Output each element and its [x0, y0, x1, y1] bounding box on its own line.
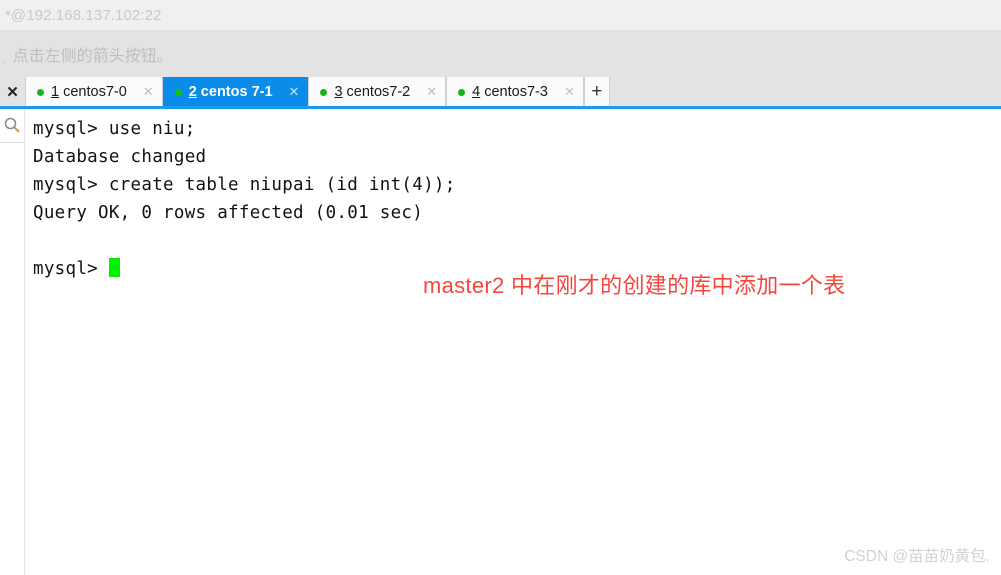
tab-title: centos7-2 [342, 84, 411, 100]
close-tab-icon[interactable]: ✕ [564, 84, 575, 100]
red-annotation-text: master2 中在刚才的创建的库中添加一个表 [423, 273, 846, 298]
connection-status-dot-icon [174, 88, 182, 96]
tab-title: centos7-3 [480, 84, 548, 100]
connection-status-dot-icon [320, 88, 328, 96]
close-tab-icon[interactable]: ✕ [426, 84, 437, 100]
hint-message: 点击左侧的箭头按钮。 [12, 47, 173, 65]
terminal-prompt: mysql> [33, 259, 109, 279]
tab-title: centos 7-1 [196, 84, 273, 100]
tab-index: 1 [51, 84, 60, 100]
new-tab-button[interactable]: + [583, 77, 610, 107]
tab-index: 2 [188, 84, 197, 100]
tab-index: 4 [472, 84, 481, 100]
tab-centos7-0[interactable]: 1 centos7-0 ✕ [25, 77, 163, 107]
tab-label: 4 centos7-3 [472, 84, 548, 100]
tab-strip-filler [609, 77, 1001, 107]
search-icon[interactable] [3, 116, 21, 134]
tab-label: 3 centos7-2 [334, 84, 410, 100]
tab-title: centos7-0 [59, 84, 127, 100]
left-rail [0, 109, 25, 575]
terminal-line: Query OK, 0 rows affected (0.01 sec) [33, 203, 424, 223]
terminal-line: Database changed [33, 147, 207, 167]
watermark: CSDN @苗苗奶黄包. [844, 548, 990, 565]
window-title: *@192.168.137.102:22 [5, 6, 162, 24]
tab-label: 2 centos 7-1 [189, 84, 273, 100]
tab-index: 3 [334, 84, 343, 100]
window-title-bar: *@192.168.137.102:22 [0, 0, 1001, 30]
close-tab-icon[interactable]: ✕ [143, 84, 154, 100]
terminal-cursor [108, 258, 120, 277]
hint-stub-mark: , [2, 50, 6, 65]
connection-status-dot-icon [458, 88, 466, 96]
close-all-tabs-button[interactable]: ✕ [0, 77, 25, 107]
terminal-line: mysql> create table niupai (id int(4)); [33, 175, 456, 195]
connection-status-dot-icon [37, 88, 44, 96]
hint-bar: , 点击左侧的箭头按钮。 [0, 30, 1001, 77]
close-tab-icon[interactable]: ✕ [289, 84, 300, 100]
tab-strip: ✕ 1 centos7-0 ✕ 2 centos 7-1 ✕ 3 centos7… [0, 77, 1001, 107]
terminal-line: mysql> use niu; [33, 119, 196, 139]
terminal-output-pane[interactable]: mysql> use niu; Database changed mysql> … [26, 109, 1001, 575]
tab-label: 1 centos7-0 [51, 84, 127, 100]
tab-centos7-2[interactable]: 3 centos7-2 ✕ [308, 77, 447, 107]
rail-divider [0, 142, 25, 143]
tab-centos7-1[interactable]: 2 centos 7-1 ✕ [162, 77, 309, 107]
tab-centos7-3[interactable]: 4 centos7-3 ✕ [446, 77, 584, 107]
